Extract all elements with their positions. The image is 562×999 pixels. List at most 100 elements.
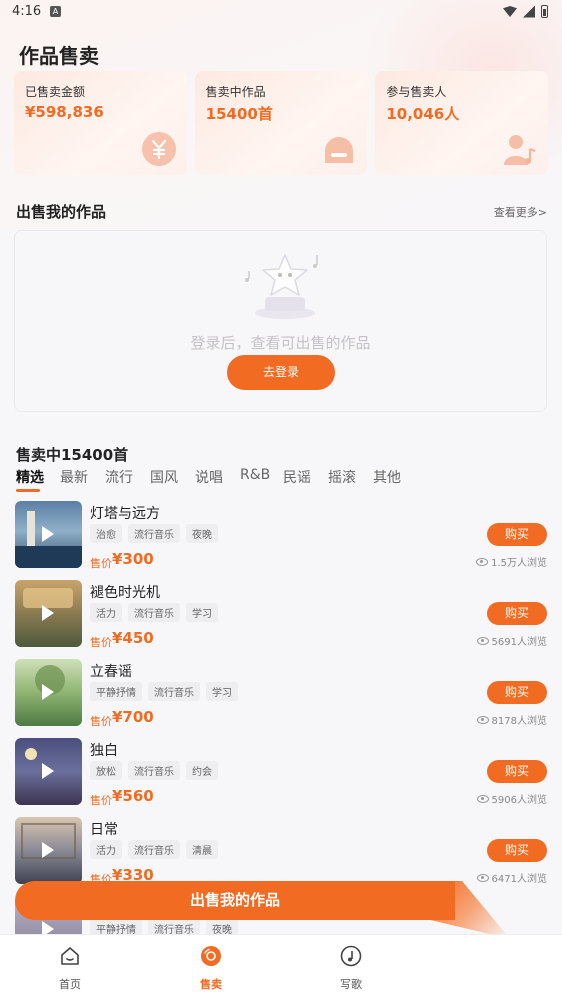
- login-button[interactable]: 去登录: [227, 355, 335, 390]
- tag: 夜晚: [186, 524, 218, 543]
- status-icons: [503, 5, 548, 18]
- eye-icon: [476, 636, 489, 645]
- tag: 放松: [90, 761, 122, 780]
- active-tab-indicator: [16, 489, 40, 492]
- tab-other[interactable]: 其他: [373, 467, 401, 487]
- song-tags: 治愈 流行音乐 夜晚: [90, 524, 218, 543]
- eye-icon: [476, 873, 489, 882]
- list-item[interactable]: 褪色时光机 活力 流行音乐 学习 售价 ¥450 购买 5691人浏览: [0, 576, 562, 655]
- stat-value: 10,046人: [386, 105, 460, 123]
- view-count: 1.5万人浏览: [476, 554, 547, 569]
- tag: 治愈: [90, 524, 122, 543]
- my-works-title: 出售我的作品: [16, 203, 107, 221]
- sell-my-works-button[interactable]: 出售我的作品: [15, 881, 455, 920]
- play-icon[interactable]: [42, 605, 54, 621]
- tab-rap[interactable]: 说唱: [195, 467, 223, 487]
- tag: 清晨: [186, 840, 218, 859]
- eye-icon: [476, 715, 489, 724]
- tag: 活力: [90, 603, 122, 622]
- price-label: 售价: [90, 557, 112, 570]
- song-title: 褪色时光机: [90, 585, 160, 601]
- nav-item-home[interactable]: 首页: [40, 945, 100, 992]
- tab-rnb[interactable]: R&B: [240, 467, 270, 483]
- tab-chinese-style[interactable]: 国风: [150, 467, 178, 487]
- home-icon: [61, 947, 79, 965]
- tab-pop[interactable]: 流行: [105, 467, 133, 487]
- tag: 活力: [90, 840, 122, 859]
- view-count-text: 6471人浏览: [491, 874, 547, 885]
- tag: 平静抒情: [90, 682, 142, 701]
- price-label: 售价: [90, 636, 112, 649]
- buy-button[interactable]: 购买: [487, 839, 547, 862]
- song-tags: 活力 流行音乐 学习: [90, 603, 218, 622]
- empty-state-text: 登录后，查看可出售的作品: [190, 334, 371, 352]
- nav-item-write[interactable]: 写歌: [321, 945, 381, 992]
- status-time: 4:16: [12, 4, 42, 19]
- stat-card-participants: 参与售卖人 10,046人: [375, 71, 549, 175]
- song-cover[interactable]: [15, 501, 82, 568]
- view-count-text: 8178人浏览: [491, 716, 547, 727]
- tag: 学习: [186, 603, 218, 622]
- buy-button[interactable]: 购买: [487, 602, 547, 625]
- buy-button[interactable]: 购买: [487, 523, 547, 546]
- song-tags: 放松 流行音乐 约会: [90, 761, 218, 780]
- record-icon: [201, 946, 221, 966]
- empty-star-illustration: [245, 254, 318, 319]
- song-title: 独白: [90, 743, 118, 759]
- play-icon[interactable]: [42, 684, 54, 700]
- song-cover[interactable]: [15, 659, 82, 726]
- view-count: 6471人浏览: [476, 870, 547, 885]
- tag: 流行音乐: [128, 524, 180, 543]
- song-cover[interactable]: [15, 738, 82, 805]
- list-item[interactable]: 立春谣 平静抒情 流行音乐 学习 售价 ¥700 购买 8178人浏览: [0, 655, 562, 734]
- tag: 流行音乐: [128, 761, 180, 780]
- see-more-link[interactable]: 查看更多>: [494, 204, 547, 220]
- tag: 流行音乐: [148, 682, 200, 701]
- price: ¥300: [112, 550, 154, 568]
- view-count-text: 1.5万人浏览: [491, 558, 547, 569]
- wifi-icon: [503, 6, 517, 17]
- stat-label: 售卖中作品: [205, 85, 266, 99]
- tab-featured[interactable]: 精选: [16, 467, 44, 487]
- song-cover[interactable]: [15, 817, 82, 884]
- person-music-icon: [504, 135, 536, 165]
- nav-item-sell[interactable]: 售卖: [181, 945, 241, 992]
- eye-icon: [476, 794, 489, 803]
- tag: 约会: [186, 761, 218, 780]
- play-icon[interactable]: [42, 763, 54, 779]
- tab-rock[interactable]: 摇滚: [328, 467, 356, 487]
- music-note-icon: [340, 945, 362, 967]
- buy-button[interactable]: 购买: [487, 760, 547, 783]
- play-icon[interactable]: [42, 842, 54, 858]
- notification-icon: A: [50, 6, 61, 17]
- bottom-nav: 首页 售卖 写歌: [0, 934, 562, 999]
- yuan-coin-icon: [141, 132, 176, 166]
- buy-button[interactable]: 购买: [487, 681, 547, 704]
- price: ¥450: [112, 629, 154, 647]
- price-label: 售价: [90, 794, 112, 807]
- empty-state-card: 登录后，查看可出售的作品 去登录: [14, 230, 547, 412]
- page-title: 作品售卖: [19, 44, 99, 68]
- stat-card-sold-amount: 已售卖金额 ¥598,836: [14, 71, 187, 175]
- price-label: 售价: [90, 715, 112, 728]
- view-count-text: 5691人浏览: [491, 637, 547, 648]
- list-item[interactable]: 灯塔与远方 治愈 流行音乐 夜晚 售价 ¥300 购买 1.5万人浏览: [0, 497, 562, 576]
- stats-row: 已售卖金额 ¥598,836 售卖中作品 15400首 参与售卖人 10,046…: [14, 71, 549, 175]
- stat-card-selling-works: 售卖中作品 15400首: [194, 71, 368, 175]
- song-title: 立春谣: [90, 664, 132, 680]
- tag: 学习: [206, 682, 238, 701]
- song-cover[interactable]: [15, 580, 82, 647]
- song-tags: 活力 流行音乐 清晨: [90, 840, 218, 859]
- nav-label: 售卖: [200, 978, 222, 991]
- selling-title: 售卖中15400首: [16, 446, 129, 464]
- battery-icon: [541, 5, 548, 18]
- stat-label: 参与售卖人: [386, 85, 447, 99]
- record-player-icon: [325, 137, 354, 163]
- tab-folk[interactable]: 民谣: [283, 467, 311, 487]
- play-icon[interactable]: [42, 526, 54, 542]
- tag: 流行音乐: [128, 603, 180, 622]
- tab-latest[interactable]: 最新: [60, 467, 88, 487]
- nav-label: 写歌: [340, 978, 362, 991]
- song-title: 日常: [90, 822, 118, 838]
- list-item[interactable]: 独白 放松 流行音乐 约会 售价 ¥560 购买 5906人浏览: [0, 734, 562, 813]
